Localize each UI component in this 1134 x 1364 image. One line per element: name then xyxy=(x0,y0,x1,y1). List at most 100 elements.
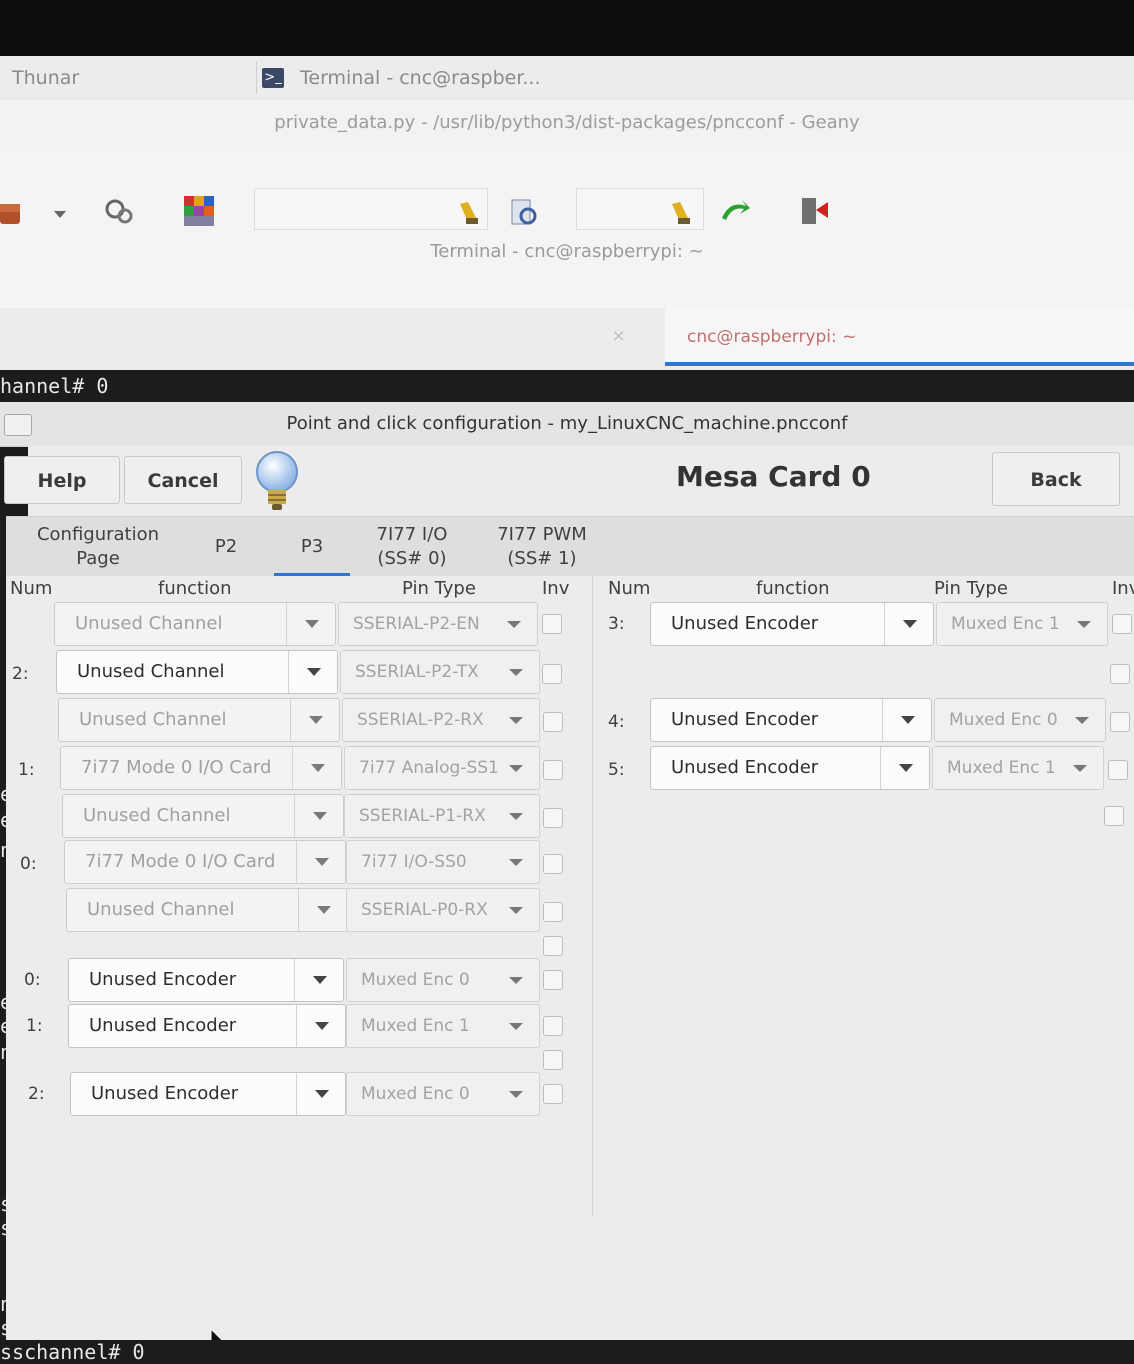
invert-checkbox[interactable] xyxy=(543,936,563,956)
dropdown-arrow-icon xyxy=(313,976,327,984)
quit-icon[interactable] xyxy=(800,196,834,228)
invert-checkbox[interactable] xyxy=(1110,664,1130,684)
gears-icon[interactable] xyxy=(104,196,134,226)
invert-checkbox[interactable] xyxy=(543,970,563,990)
pin-type-select[interactable]: 7i77 Analog-SS1 xyxy=(344,746,540,790)
function-value: 7i77 Mode 0 I/O Card xyxy=(85,851,276,872)
pin-type-value: Muxed Enc 0 xyxy=(361,1084,470,1104)
pin-type-value: SSERIAL-P1-RX xyxy=(359,806,486,826)
invert-checkbox[interactable] xyxy=(543,1084,563,1104)
combo-separator xyxy=(296,1073,297,1115)
invert-checkbox[interactable] xyxy=(543,1050,563,1070)
pin-type-select[interactable]: Muxed Enc 1 xyxy=(346,1004,540,1048)
pin-type-select[interactable]: SSERIAL-P2-EN xyxy=(338,602,538,646)
pin-type-select[interactable]: 7i77 I/O-SS0 xyxy=(346,840,540,884)
color-chooser-icon[interactable] xyxy=(184,196,216,228)
dropdown-arrow-icon xyxy=(315,1090,329,1098)
taskbar-item-thunar[interactable]: Thunar xyxy=(12,56,79,100)
invert-checkbox[interactable] xyxy=(543,1016,563,1036)
clear-icon[interactable] xyxy=(456,200,482,226)
pin-type-value: SSERIAL-P2-TX xyxy=(355,662,479,682)
find-icon[interactable] xyxy=(510,198,540,228)
help-button[interactable]: Help xyxy=(4,456,120,504)
pin-type-select[interactable]: Muxed Enc 1 xyxy=(936,602,1108,646)
dropdown-arrow-icon xyxy=(509,1091,523,1098)
pncconf-titlebar: Point and click configuration - my_Linux… xyxy=(0,402,1134,447)
header-pin-type: Pin Type xyxy=(402,578,476,599)
invert-checkbox[interactable] xyxy=(543,902,563,922)
invert-checkbox[interactable] xyxy=(543,760,563,780)
invert-checkbox[interactable] xyxy=(1104,806,1124,826)
terminal-tab[interactable]: cnc@raspberrypi: ~ xyxy=(665,308,1134,366)
function-select[interactable]: Unused Encoder xyxy=(70,1072,346,1116)
pin-type-select[interactable]: Muxed Enc 0 xyxy=(346,958,540,1002)
invert-checkbox[interactable] xyxy=(543,712,563,732)
function-select[interactable]: Unused Encoder xyxy=(650,746,930,790)
function-select[interactable]: Unused Channel xyxy=(58,698,340,742)
combo-separator xyxy=(288,651,289,693)
pncconf-dialog: Point and click configuration - my_Linux… xyxy=(0,402,1134,1355)
row-num: 5: xyxy=(608,760,625,780)
pin-type-select[interactable]: SSERIAL-P2-TX xyxy=(340,650,540,694)
pin-type-value: SSERIAL-P2-EN xyxy=(353,614,480,634)
dropdown-arrow-icon xyxy=(509,977,523,984)
clear-icon-2[interactable] xyxy=(668,200,694,226)
function-select[interactable]: Unused Channel xyxy=(66,888,348,932)
dropdown-arrow-icon xyxy=(309,716,323,724)
invert-checkbox[interactable] xyxy=(1108,760,1128,780)
invert-checkbox[interactable] xyxy=(1112,614,1132,634)
lightbulb-icon[interactable] xyxy=(254,448,300,516)
dropdown-arrow-icon xyxy=(509,669,523,676)
pin-type-value: 7i77 Analog-SS1 xyxy=(359,758,499,778)
terminal-icon: >_ xyxy=(262,68,284,88)
function-select[interactable]: Unused Encoder xyxy=(650,698,932,742)
taskbar-item-terminal[interactable]: Terminal - cnc@raspber... xyxy=(300,56,541,100)
invert-checkbox[interactable] xyxy=(542,614,562,634)
function-select[interactable]: Unused Channel xyxy=(56,650,338,694)
tab-p3[interactable]: P3 xyxy=(274,517,350,577)
function-select[interactable]: Unused Encoder xyxy=(68,1004,346,1048)
pin-type-select[interactable]: SSERIAL-P1-RX xyxy=(344,794,540,838)
terminal-tab-bar: × cnc@raspberrypi: ~ xyxy=(0,308,1134,370)
dropdown-arrow-icon xyxy=(315,858,329,866)
search-field[interactable] xyxy=(254,188,488,230)
tab-7i77-io[interactable]: 7I77 I/O (SS# 0) xyxy=(362,517,462,577)
pin-type-select[interactable]: SSERIAL-P2-RX xyxy=(342,698,540,742)
pin-type-select[interactable]: SSERIAL-P0-RX xyxy=(346,888,540,932)
back-button[interactable]: Back xyxy=(992,452,1120,506)
function-select[interactable]: Unused Encoder xyxy=(650,602,934,646)
cancel-button[interactable]: Cancel xyxy=(124,456,242,504)
chevron-down-icon[interactable] xyxy=(52,208,68,220)
close-icon[interactable]: × xyxy=(612,326,625,345)
combo-separator xyxy=(296,841,297,883)
function-select[interactable]: Unused Encoder xyxy=(68,958,344,1002)
build-icon[interactable] xyxy=(0,198,26,228)
invert-checkbox[interactable] xyxy=(543,808,563,828)
pin-type-select[interactable]: Muxed Enc 0 xyxy=(346,1072,540,1116)
function-select[interactable]: 7i77 Mode 0 I/O Card xyxy=(64,840,346,884)
invert-checkbox[interactable] xyxy=(542,664,562,684)
tab-p2[interactable]: P2 xyxy=(198,517,254,577)
terminal-window-title: Terminal - cnc@raspberrypi: ~ xyxy=(0,230,1134,309)
screen-bezel xyxy=(0,0,1134,56)
tab-7i77-pwm[interactable]: 7I77 PWM (SS# 1) xyxy=(490,517,594,577)
tab-bar: Configuration Page P2 P3 7I77 I/O (SS# 0… xyxy=(6,516,1134,577)
row-num: 0: xyxy=(24,970,41,990)
function-value: Unused Channel xyxy=(83,805,231,826)
dropdown-arrow-icon xyxy=(311,764,325,772)
invert-checkbox[interactable] xyxy=(1110,712,1130,732)
dropdown-arrow-icon xyxy=(509,717,523,724)
function-select[interactable]: Unused Channel xyxy=(62,794,344,838)
jump-arrow-icon[interactable] xyxy=(720,198,752,226)
function-select[interactable]: 7i77 Mode 0 I/O Card xyxy=(60,746,342,790)
function-value: Unused Encoder xyxy=(671,613,819,634)
geany-window-title: private_data.py - /usr/lib/python3/dist-… xyxy=(0,100,1134,146)
pin-type-select[interactable]: Muxed Enc 1 xyxy=(932,746,1104,790)
pin-type-select[interactable]: Muxed Enc 0 xyxy=(934,698,1106,742)
dropdown-arrow-icon xyxy=(901,716,915,724)
invert-checkbox[interactable] xyxy=(543,854,563,874)
function-select[interactable]: Unused Channel xyxy=(54,602,336,646)
function-value: Unused Encoder xyxy=(671,709,819,730)
function-value: Unused Channel xyxy=(77,661,225,682)
tab-configuration-page[interactable]: Configuration Page xyxy=(26,517,170,577)
